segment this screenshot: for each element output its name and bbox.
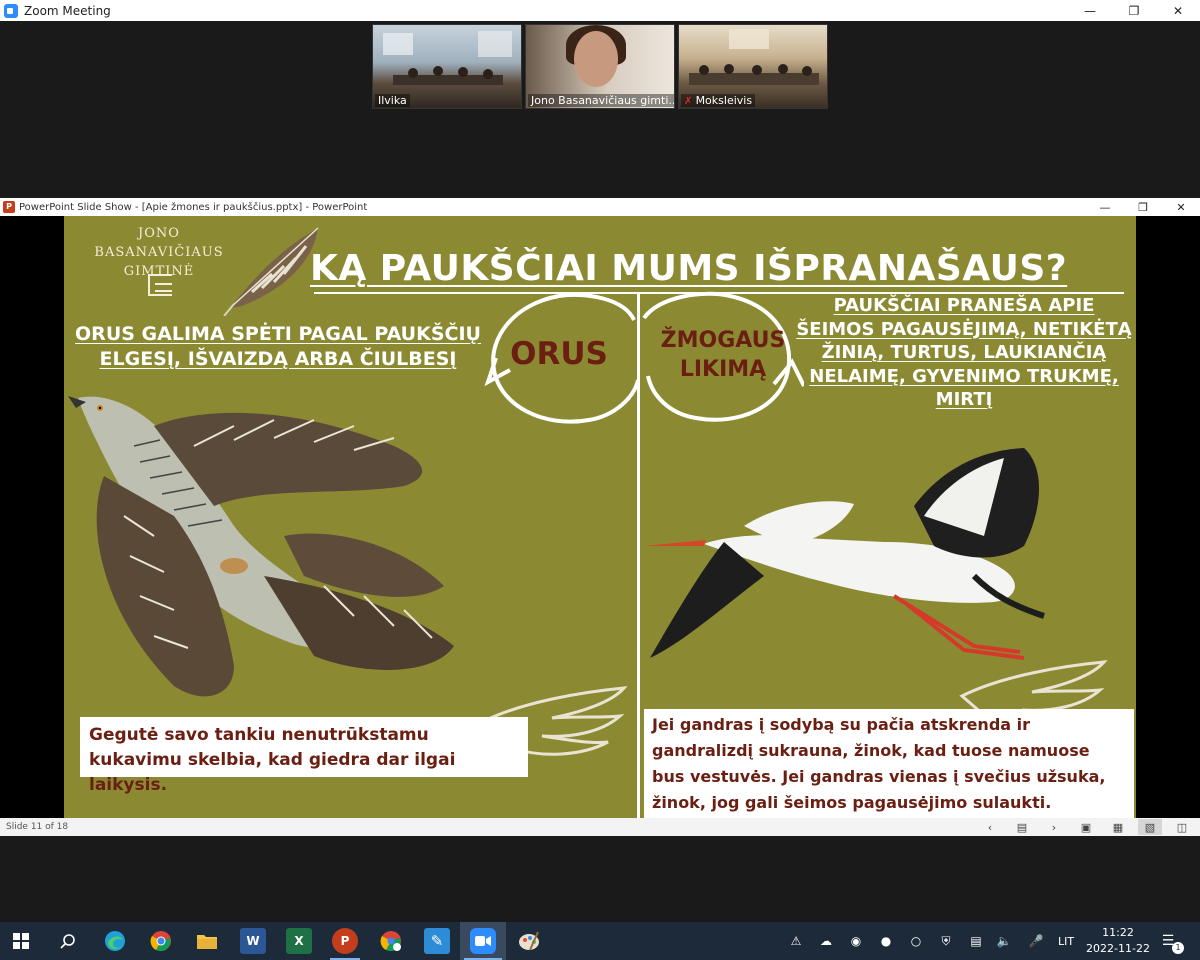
right-subtitle: PAUKŠČIAI PRANEŠA APIE ŠEIMOS PAGAUSĖJIM… — [796, 295, 1132, 410]
edge-browser-icon[interactable] — [102, 928, 128, 954]
zmogaus-label-line-2: LIKIMĄ — [679, 357, 767, 382]
tray-network-warning-icon[interactable]: ⚠ — [788, 933, 804, 949]
normal-view-icon[interactable]: ▣ — [1074, 819, 1098, 835]
paint-icon[interactable] — [516, 928, 542, 954]
minimize-button[interactable]: — — [1068, 0, 1112, 21]
system-clock[interactable]: 11:22 2022-11-22 — [1084, 925, 1152, 957]
cuckoo-caption: Gegutė savo tankiu nenutrūkstamu kukavim… — [80, 717, 528, 795]
microphone-icon[interactable]: 🎤 — [1028, 933, 1044, 949]
zmogaus-likima-label: ŽMOGAUS LIKIMĄ — [648, 326, 798, 384]
mic-muted-icon: ✗ — [684, 96, 696, 107]
ppt-close-button[interactable]: ✕ — [1162, 198, 1200, 216]
next-slide-button[interactable]: › — [1042, 819, 1066, 835]
slide[interactable]: JONO BASANAVIČIAUS GIMTINĖ KĄ PAUKŠČIAI … — [64, 216, 1136, 818]
participant-strip: Ilvika Jono Basanavičiaus gimti... ✗ Mok… — [372, 24, 828, 109]
zoom-app-icon — [4, 3, 18, 18]
excel-icon[interactable]: X — [286, 928, 312, 954]
brand-name: JONO BASANAVIČIAUS GIMTINĖ — [74, 224, 244, 281]
close-button[interactable]: ✕ — [1156, 0, 1200, 21]
participant-name-text: Moksleivis — [695, 94, 753, 107]
windows-taskbar: W X P ✎ ⚠ ☁ ◉ ● ○ ⛨ ▤ 🔈 🎤 LIT 11:22 2022… — [0, 922, 1200, 960]
participant-name: ✗ Moksleivis — [681, 94, 756, 107]
zoom-icon[interactable] — [470, 928, 496, 954]
slide-show-stage: JONO BASANAVIČIAUS GIMTINĖ KĄ PAUKŠČIAI … — [0, 216, 1200, 818]
left-subtitle: ORUS GALIMA SPĖTI PAGAL PAUKŠČIŲ ELGESĮ,… — [75, 323, 481, 370]
participant-name: Ilvika — [375, 94, 410, 107]
zoom-bottom-area — [0, 836, 1200, 922]
participant-name: Jono Basanavičiaus gimti... — [528, 94, 674, 107]
zoom-titlebar: Zoom Meeting — ❐ ✕ — [0, 0, 1200, 21]
ppt-restore-button[interactable]: ❐ — [1124, 198, 1162, 216]
participant-video-tile[interactable]: Jono Basanavičiaus gimti... — [525, 24, 675, 109]
tray-app-icon[interactable]: ◉ — [848, 933, 864, 949]
brand-line-1: JONO BASANAVIČIAUS — [94, 226, 224, 260]
orus-label: ORUS — [510, 336, 608, 372]
notification-count-badge: 1 — [1172, 942, 1184, 954]
participant-video-tile[interactable]: ✗ Moksleivis — [678, 24, 828, 109]
onedrive-icon[interactable]: ☁ — [818, 933, 834, 949]
whiteboard-icon[interactable]: ✎ — [424, 928, 450, 954]
windows-start-icon[interactable] — [8, 928, 34, 954]
participant-video-tile[interactable]: Ilvika — [372, 24, 522, 109]
cuckoo-bird-image — [68, 396, 454, 697]
previous-slide-button[interactable]: ‹ — [978, 819, 1002, 835]
word-icon[interactable]: W — [240, 928, 266, 954]
zmogaus-label-line-1: ŽMOGAUS — [660, 328, 786, 353]
powerpoint-status-bar: Slide 11 of 18 ‹ ▤ › ▣ ▦ ▧ ◫ — [0, 818, 1200, 836]
language-indicator[interactable]: LIT — [1058, 935, 1074, 948]
ppt-minimize-button[interactable]: — — [1086, 198, 1124, 216]
search-icon[interactable] — [55, 928, 81, 954]
teacher-face — [574, 31, 618, 87]
network-icon[interactable]: ▤ — [968, 933, 984, 949]
restore-button[interactable]: ❐ — [1112, 0, 1156, 21]
security-shield-icon[interactable]: ⛨ — [938, 933, 954, 949]
clock-date: 2022-11-22 — [1086, 942, 1150, 955]
zoom-window-title: Zoom Meeting — [24, 3, 111, 18]
feather-icon — [223, 227, 319, 316]
powerpoint-app-icon: P — [3, 201, 15, 213]
powerpoint-window-title: PowerPoint Slide Show - [Apie žmones ir … — [19, 201, 368, 213]
powerpoint-titlebar: P PowerPoint Slide Show - [Apie žmones i… — [0, 198, 1200, 216]
powerpoint-icon[interactable]: P — [332, 928, 358, 954]
zoom-video-area: Ilvika Jono Basanavičiaus gimti... ✗ Mok… — [0, 21, 1200, 198]
file-explorer-icon[interactable] — [194, 928, 220, 954]
stork-bird-image — [644, 448, 1045, 660]
slide-sorter-icon[interactable]: ▦ — [1106, 819, 1130, 835]
slide-menu-icon[interactable]: ▤ — [1010, 819, 1034, 835]
chrome-profile-icon[interactable] — [378, 928, 404, 954]
chat-tray-icon[interactable]: ○ — [908, 933, 924, 949]
reading-view-icon[interactable]: ▧ — [1138, 819, 1162, 835]
slide-counter: Slide 11 of 18 — [6, 822, 69, 832]
stork-caption: Jei gandras į sodybą su pačia atskrenda … — [644, 709, 1134, 818]
slide-title: KĄ PAUKŠČIAI MUMS IŠPRANAŠAUS? — [310, 248, 1068, 289]
chrome-icon[interactable] — [148, 928, 174, 954]
brand-logo-icon — [148, 274, 172, 296]
slide-show-icon[interactable]: ◫ — [1170, 819, 1194, 835]
zoom-tray-icon[interactable]: ● — [878, 933, 894, 949]
clock-time: 11:22 — [1102, 926, 1134, 939]
volume-icon[interactable]: 🔈 — [996, 933, 1012, 949]
